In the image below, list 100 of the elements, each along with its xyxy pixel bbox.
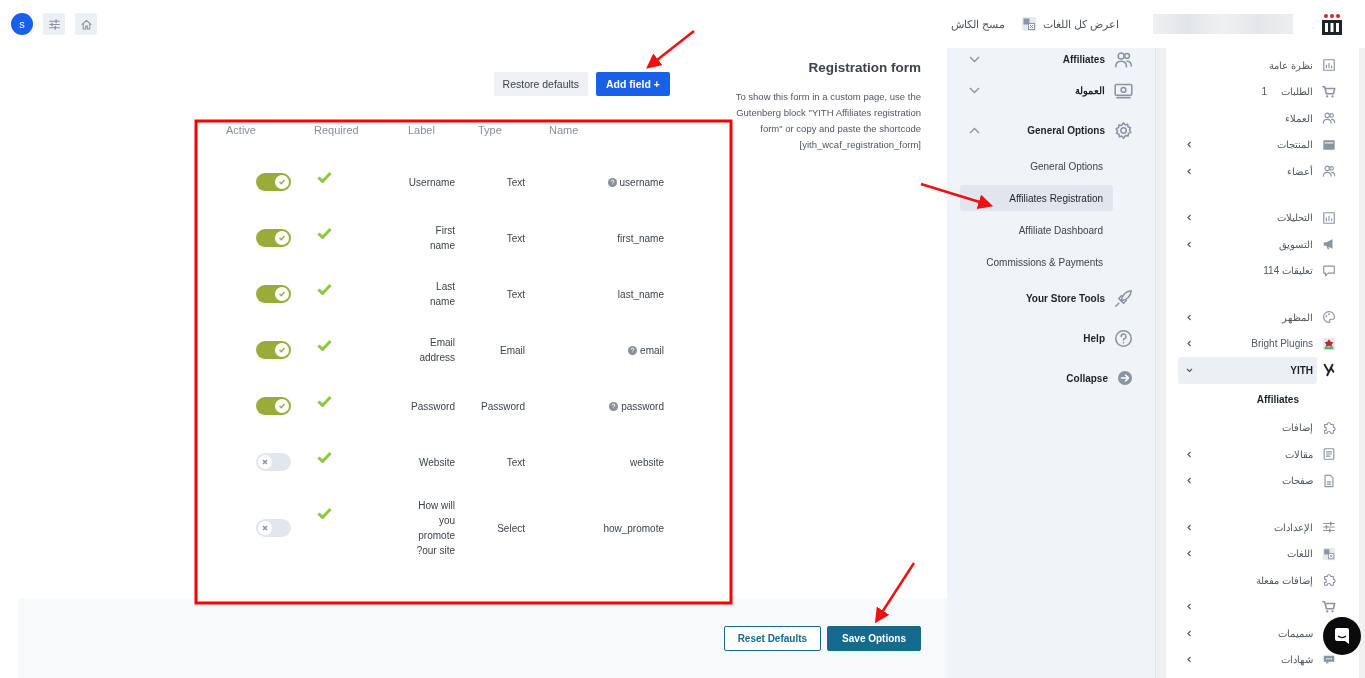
scrollbar-track[interactable]: [1155, 48, 1166, 678]
menu-label: التسويق: [1279, 238, 1313, 250]
puzzle-icon: [1322, 573, 1336, 588]
toggle-switch[interactable]: [256, 397, 291, 415]
help-icon[interactable]: [628, 345, 638, 355]
add-field-button[interactable]: Add field +: [596, 72, 670, 96]
chevron-up-icon: [969, 126, 980, 134]
help-icon[interactable]: [607, 177, 617, 187]
nav-section[interactable]: Affiliates: [947, 48, 1155, 70]
annotation-arrow: [646, 30, 695, 69]
top-bar-link[interactable]: اعرض كل اللغات: [1042, 17, 1119, 31]
menu-item[interactable]: تعليقات 114: [1178, 257, 1317, 284]
home-button[interactable]: [75, 13, 97, 35]
toggle-switch[interactable]: [256, 285, 291, 303]
table-cell-text: last_name: [617, 287, 664, 302]
chevron-left-icon: [1186, 656, 1193, 664]
menu-label: العملاء: [1285, 112, 1313, 124]
toggle-switch[interactable]: [256, 173, 291, 191]
nav-subitem[interactable]: Affiliate Dashboard: [960, 217, 1113, 243]
nav-subitem[interactable]: General Options: [960, 153, 1113, 179]
table-cell-text: Email: [500, 343, 525, 358]
menu-label: اللغات: [1287, 548, 1313, 560]
reset-defaults-button[interactable]: Reset Defaults: [723, 625, 822, 651]
translate-icon: [1020, 16, 1037, 32]
table-cell-text: username: [619, 175, 664, 190]
form-description: To show this form in a custom page, use the Gutenberg block "YITH Affiliates registration form" or copy and paste the shortcode [yith_wcaf_registration_form]: [734, 90, 921, 152]
nav-link[interactable]: Collapse: [947, 358, 1155, 398]
table-cell-text: Select: [497, 521, 525, 536]
sliders-icon: [47, 17, 61, 31]
table-cell-text: Text: [506, 287, 525, 302]
restore-defaults-button[interactable]: Restore defaults: [493, 72, 589, 96]
avatar[interactable]: s: [11, 13, 33, 35]
chart-icon: [1322, 210, 1336, 225]
menu-item[interactable]: التحليلات: [1178, 204, 1317, 231]
users-icon: [1114, 49, 1133, 69]
menu-item[interactable]: العملاء: [1178, 105, 1317, 132]
cross-icon: [261, 458, 269, 466]
nav-link[interactable]: Help: [947, 318, 1155, 358]
chat-icon: [1333, 627, 1351, 645]
table-cell-text: First name: [429, 224, 455, 253]
menu-item[interactable]: صفحات: [1178, 467, 1317, 494]
table-cell-text: Last name: [429, 280, 455, 309]
menu-item[interactable]: نظرة عامة: [1178, 52, 1317, 79]
menu-item[interactable]: إضافات مفعلة: [1178, 567, 1317, 594]
menu-label: شهادات: [1281, 654, 1313, 666]
megaphone-icon: [1322, 237, 1336, 252]
menu-item[interactable]: سميمات: [1178, 620, 1317, 647]
check-icon: [278, 178, 286, 186]
chat-button[interactable]: [1323, 617, 1361, 655]
menu-item[interactable]: الإعدادات: [1178, 514, 1317, 541]
chevron-left-icon: [1186, 313, 1193, 321]
menu-item[interactable]: اللغات: [1178, 540, 1317, 567]
table-cell-text: Text: [506, 175, 525, 190]
chevron-left-icon: [1186, 214, 1193, 222]
menu-item[interactable]: شهادات: [1178, 646, 1317, 673]
table-cell-text: website: [630, 455, 664, 470]
translate-icon: [1322, 546, 1336, 561]
nav-link[interactable]: Your Store Tools: [947, 278, 1155, 318]
chevron-left-icon: [1186, 240, 1193, 248]
nav-subitem[interactable]: Affiliates Registration: [960, 185, 1113, 211]
menu-item[interactable]: المنتجات: [1178, 131, 1317, 158]
chevron-left-icon: [1186, 523, 1193, 531]
chevron-left-icon: [1186, 603, 1193, 611]
menu-item[interactable]: Bright Plugins: [1178, 330, 1317, 357]
column-header: Type: [477, 124, 503, 138]
logo-icon: [1321, 13, 1343, 35]
table-cell-text: how_promote: [603, 521, 664, 536]
submenu-item[interactable]: Affiliates: [1178, 383, 1337, 415]
comment-icon: [1322, 263, 1336, 278]
nav-section[interactable]: General Options: [947, 110, 1155, 150]
toggle-switch[interactable]: [256, 453, 291, 471]
menu-item[interactable]: التسويق: [1178, 231, 1317, 258]
menu-item[interactable]: إضافات: [1178, 414, 1317, 441]
top-bar-link[interactable]: مسح الكاش: [950, 17, 1005, 31]
users-icon: [1322, 111, 1336, 126]
menu-item[interactable]: مقالات: [1178, 441, 1317, 468]
toggle-switch[interactable]: [256, 519, 291, 537]
menu-item[interactable]: المظهر: [1178, 304, 1317, 331]
settings-button[interactable]: [43, 13, 65, 35]
menu-item[interactable]: YITH: [1178, 357, 1317, 384]
menu-label: سميمات: [1278, 627, 1313, 639]
chevron-down-icon: [1186, 366, 1193, 374]
annotation-arrow: [874, 562, 916, 624]
nav-section[interactable]: العمولة: [947, 70, 1155, 110]
column-header: Name: [548, 124, 580, 138]
toggle-switch[interactable]: [256, 341, 291, 359]
table-cell-text: password: [621, 399, 664, 414]
help-icon[interactable]: [609, 401, 619, 411]
table-cell-text: email: [640, 343, 664, 358]
nav-subitem[interactable]: Commissions & Payments: [960, 249, 1113, 275]
menu-label: التحليلات: [1277, 212, 1313, 224]
check-icon: [278, 346, 286, 354]
table-cell-text: Password: [481, 399, 525, 414]
menu-label: YITH: [1290, 364, 1313, 376]
menu-label: الطلبات: [1281, 86, 1313, 98]
menu-item[interactable]: أعضاء: [1178, 158, 1317, 185]
save-options-button[interactable]: Save Options: [827, 625, 921, 651]
chevron-left-icon: [1186, 629, 1193, 637]
menu-label: إضافات مفعلة: [1256, 574, 1313, 586]
toggle-switch[interactable]: [256, 229, 291, 247]
